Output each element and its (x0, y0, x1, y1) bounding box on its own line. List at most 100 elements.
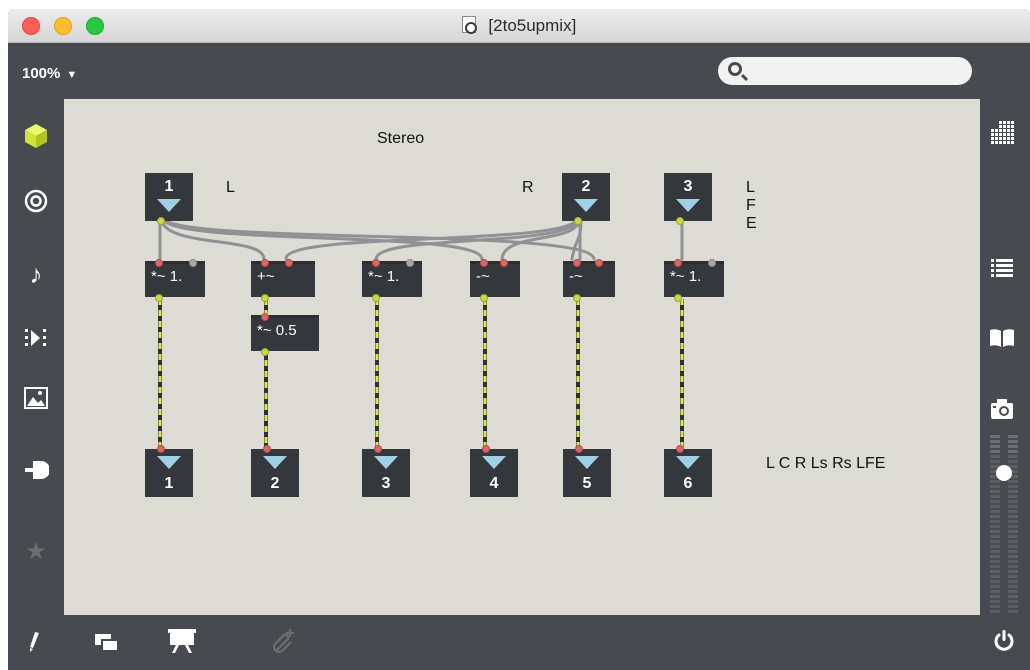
patch-canvas[interactable]: Stereo L R L F E L C R Ls Rs LFE 1 2 3 *… (64, 99, 980, 615)
outlet-port[interactable] (676, 217, 684, 225)
comment-left[interactable]: L (226, 179, 235, 197)
object-mul-l[interactable]: *~ 1. (145, 259, 205, 302)
outlet-port[interactable] (573, 294, 581, 302)
search-icon (728, 62, 742, 76)
object-mul-r[interactable]: *~ 1. (362, 259, 422, 302)
plug-icon[interactable] (22, 457, 50, 483)
object-text: -~ (569, 268, 583, 285)
outlet-port[interactable] (261, 348, 269, 356)
toolbar: 100% ▼ (8, 43, 1030, 99)
star-icon[interactable]: ★ (22, 537, 50, 565)
inlet-arrow-icon (574, 199, 598, 212)
inlet-port[interactable] (595, 259, 603, 267)
patch-cords (158, 215, 684, 447)
outlet-3[interactable]: 3 (362, 445, 410, 497)
inlet-port[interactable] (573, 259, 581, 267)
bottom-toolbar (8, 615, 1030, 670)
inlet-port[interactable] (263, 445, 271, 453)
inlet-port[interactable] (189, 259, 197, 267)
inlet-port[interactable] (155, 259, 163, 267)
inlet-3[interactable]: 3 (664, 173, 712, 225)
list-icon[interactable] (988, 255, 1016, 281)
inlet-2[interactable]: 2 (562, 173, 610, 225)
search-input[interactable] (752, 61, 962, 81)
outlet-6[interactable]: 6 (664, 445, 712, 497)
inlet-port[interactable] (157, 445, 165, 453)
outlet-4[interactable]: 4 (470, 445, 518, 497)
object-mul-lfe[interactable]: *~ 1. (664, 259, 724, 302)
outlet-port[interactable] (674, 294, 682, 302)
inlet-arrow-icon (157, 199, 181, 212)
inlet-port[interactable] (261, 259, 269, 267)
package-icon[interactable] (22, 123, 50, 149)
add-clip-icon[interactable] (270, 627, 298, 655)
comment-right[interactable]: R (522, 179, 534, 197)
outlet-number: 1 (164, 475, 174, 492)
inlet-port[interactable] (480, 259, 488, 267)
object-text: -~ (476, 268, 490, 285)
inlet-port[interactable] (500, 259, 508, 267)
object-text: *~ 1. (670, 268, 702, 285)
outlet-port[interactable] (480, 294, 488, 302)
outlet-port[interactable] (261, 294, 269, 302)
inlet-port[interactable] (676, 445, 684, 453)
comment-stereo[interactable]: Stereo (377, 130, 424, 148)
outlet-port[interactable] (157, 217, 165, 225)
zoom-value: 100% (22, 65, 61, 82)
inlet-port[interactable] (708, 259, 716, 267)
target-icon[interactable] (22, 187, 50, 215)
comment-outputs[interactable]: L C R Ls Rs LFE (766, 455, 885, 473)
inlet-port[interactable] (674, 259, 682, 267)
outlet-2[interactable]: 2 (251, 445, 299, 497)
window-title: [2to5upmix] (488, 16, 577, 35)
inlet-number: 1 (164, 178, 174, 195)
caret-down-icon: ▼ (66, 69, 78, 81)
book-icon[interactable] (988, 325, 1016, 351)
windows-icon[interactable] (92, 629, 122, 655)
outlet-port[interactable] (372, 294, 380, 302)
inlet-port[interactable] (372, 259, 380, 267)
outlet-number: 3 (381, 475, 391, 492)
meter-icon[interactable] (988, 431, 1020, 615)
zoom-menu[interactable]: 100% ▼ (22, 65, 77, 82)
inlet-port[interactable] (406, 259, 414, 267)
inlet-port[interactable] (374, 445, 382, 453)
outlet-5[interactable]: 5 (563, 445, 611, 497)
inlet-1[interactable]: 1 (145, 173, 193, 225)
object-sub-rs[interactable]: -~ (563, 259, 615, 302)
inlet-port[interactable] (285, 259, 293, 267)
right-sidebar (980, 99, 1030, 615)
object-text: *~ 1. (368, 268, 400, 285)
comment-lfe[interactable]: L F E (746, 179, 757, 233)
music-note-icon[interactable]: ♪ (22, 259, 50, 289)
pencil-icon[interactable] (22, 629, 46, 655)
camera-icon[interactable] (988, 395, 1016, 423)
object-mul-half[interactable]: *~ 0.5 (251, 313, 319, 356)
outlet-arrow-icon (263, 456, 287, 469)
object-add[interactable]: +~ (251, 259, 315, 302)
grid-icon[interactable] (988, 119, 1016, 145)
inlet-number: 2 (581, 178, 591, 195)
object-sub-ls[interactable]: -~ (470, 259, 520, 302)
outlet-number: 2 (270, 475, 280, 492)
presentation-icon[interactable] (166, 627, 198, 655)
window-title-area: [2to5upmix] (8, 16, 1030, 36)
outlet-arrow-icon (482, 456, 506, 469)
outlet-1[interactable]: 1 (145, 445, 193, 497)
object-text: *~ 1. (151, 268, 183, 285)
inlet-port[interactable] (482, 445, 490, 453)
inlet-port[interactable] (261, 313, 269, 321)
outlet-port[interactable] (574, 217, 582, 225)
power-icon[interactable] (990, 627, 1018, 655)
inlet-number: 3 (683, 178, 693, 195)
inlet-port[interactable] (575, 445, 583, 453)
outlet-port[interactable] (155, 294, 163, 302)
outlet-arrow-icon (575, 456, 599, 469)
audio-cord (161, 215, 596, 261)
outlet-arrow-icon (676, 456, 700, 469)
title-bar: [2to5upmix] (8, 9, 1030, 43)
volume-knob (996, 465, 1012, 481)
search-box[interactable] (718, 57, 972, 85)
image-icon[interactable] (22, 385, 50, 411)
media-step-icon[interactable] (22, 325, 50, 351)
